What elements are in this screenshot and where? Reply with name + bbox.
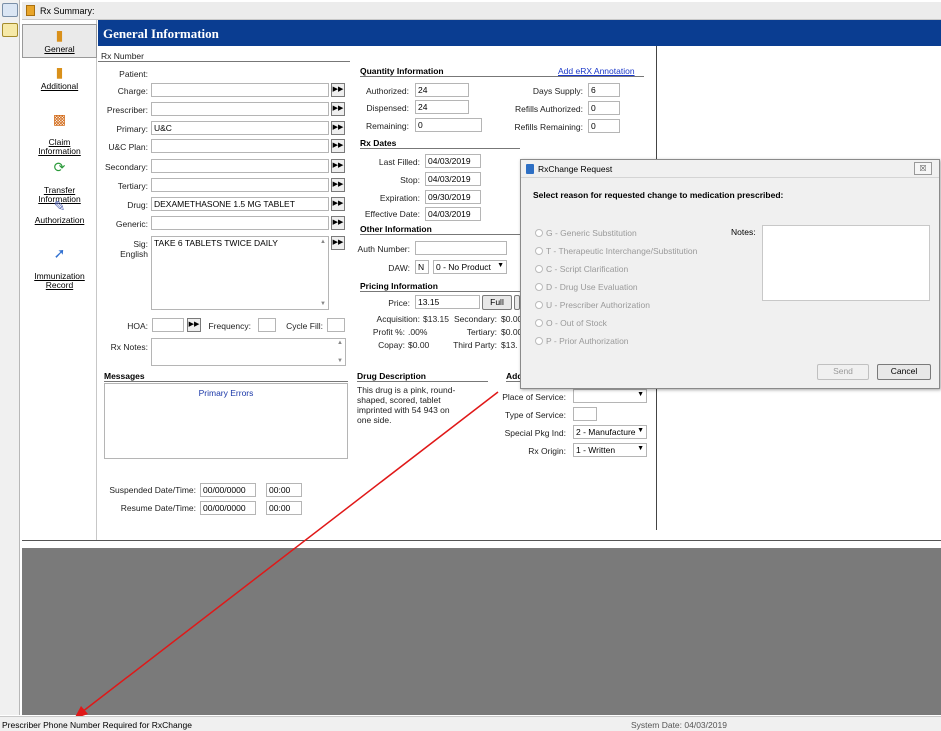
annotation-arrow xyxy=(74,391,499,719)
status-bar: Prescriber Phone Number Required for RxC… xyxy=(0,716,941,731)
system-date: System Date: 04/03/2019 xyxy=(631,720,727,730)
arrow-line xyxy=(81,391,499,713)
status-message: Prescriber Phone Number Required for RxC… xyxy=(2,720,192,730)
